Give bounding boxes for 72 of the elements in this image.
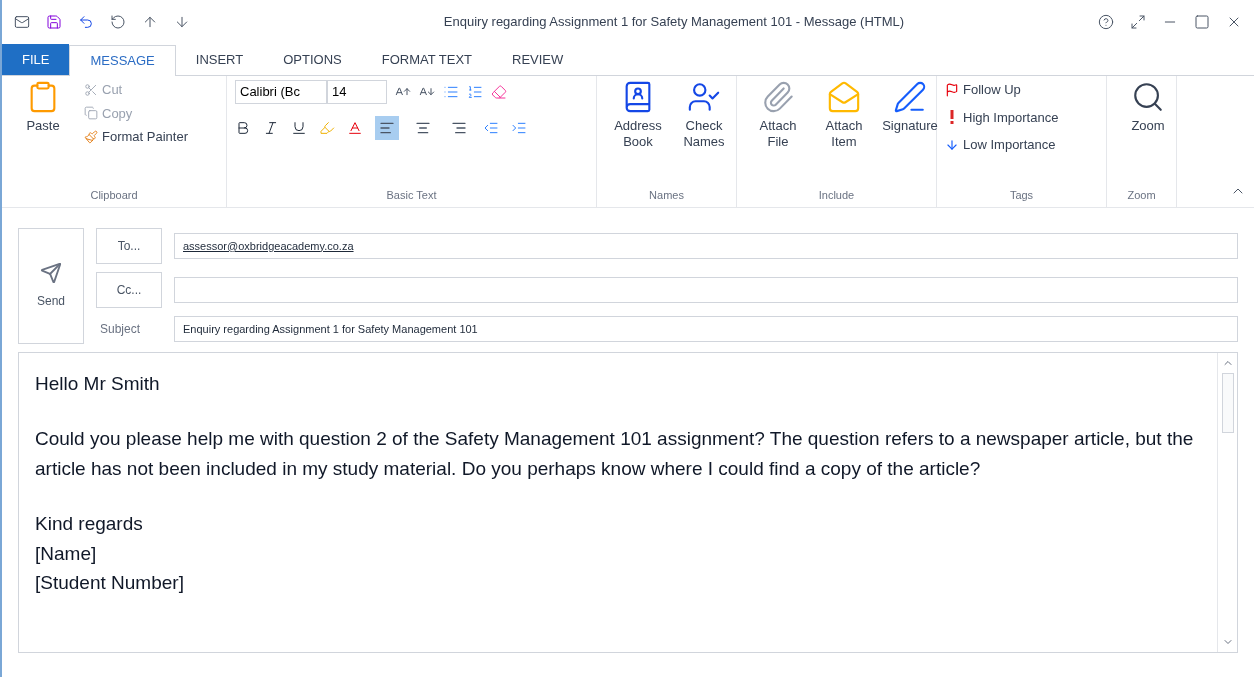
redo-icon[interactable] xyxy=(110,14,126,30)
group-label: Names xyxy=(649,187,684,203)
send-button[interactable]: Send xyxy=(18,228,84,344)
group-label: Tags xyxy=(1009,187,1034,203)
body-text: [Name] xyxy=(35,541,98,566)
body-text: Hello Mr Smith xyxy=(35,372,161,396)
cc-button[interactable]: Cc... xyxy=(96,272,162,308)
tag-button[interactable]: Follow Up xyxy=(945,80,1059,100)
group-label: Zoom xyxy=(1127,187,1156,203)
body-text: Kind regards xyxy=(35,512,144,537)
check-names-icon xyxy=(687,80,721,114)
signature-icon xyxy=(893,80,927,114)
indent-icon[interactable] xyxy=(511,120,527,136)
ribbon-tab[interactable]: FORMAT TEXT xyxy=(361,44,492,75)
attach-file-button[interactable]: Attach File xyxy=(745,80,811,151)
scissors-icon xyxy=(84,82,98,97)
undo-icon[interactable] xyxy=(78,14,94,30)
ribbon-tab[interactable]: MESSAGE xyxy=(69,45,176,76)
group-label: Basic Text xyxy=(386,187,437,203)
subject-field[interactable]: Enquiry regarding Assignment 1 for Safety Management 101 xyxy=(174,316,1238,342)
ribbon-tab[interactable]: INSERT xyxy=(175,44,264,75)
scrollbar[interactable] xyxy=(1217,353,1237,652)
paste-button[interactable]: Paste xyxy=(10,80,76,135)
window-title: Enquiry regarding Assignment 1 for Safety Management 101 - Message (HTML) xyxy=(442,13,906,32)
flag-icon xyxy=(945,82,959,97)
subject-label: Subject xyxy=(99,321,142,338)
paperclip-icon xyxy=(761,80,795,114)
font-name-field[interactable]: Calibri (Bc xyxy=(235,80,327,104)
maximize-icon[interactable] xyxy=(1194,14,1210,30)
signature-button[interactable]: Signature xyxy=(877,80,943,135)
to-button[interactable]: To... xyxy=(96,228,162,264)
bullets-icon[interactable] xyxy=(443,84,459,100)
copy-icon xyxy=(84,106,98,121)
save-icon[interactable] xyxy=(46,14,62,30)
align-icon xyxy=(451,120,467,136)
outdent-icon[interactable] xyxy=(483,120,499,136)
zoom-icon xyxy=(1131,80,1165,114)
numbering-icon[interactable] xyxy=(467,84,483,100)
scrollbar-thumb[interactable] xyxy=(1221,372,1234,433)
to-field[interactable]: assessor@oxbridgeacademy.co.za xyxy=(174,233,1238,259)
align-button[interactable] xyxy=(375,116,399,140)
underline-icon[interactable] xyxy=(291,120,307,136)
align-icon xyxy=(379,120,395,136)
tag-button[interactable]: High Importance xyxy=(945,107,1059,127)
group-label: Include xyxy=(818,187,855,203)
ribbon-tab[interactable]: OPTIONS xyxy=(263,44,362,75)
clear-formatting-icon[interactable] xyxy=(491,84,507,100)
font-size-field[interactable]: 14 xyxy=(327,80,387,104)
body-text: [Student Number] xyxy=(35,571,185,596)
address-book-button[interactable]: Address Book xyxy=(605,80,671,151)
group-label: Clipboard xyxy=(90,187,138,203)
bold-icon[interactable] xyxy=(235,120,251,136)
envelope-icon xyxy=(827,80,861,114)
italic-icon[interactable] xyxy=(263,120,279,136)
clipboard-item[interactable]: Format Painter xyxy=(84,127,188,147)
help-icon[interactable] xyxy=(1098,14,1114,30)
down-arrow-icon[interactable] xyxy=(174,14,190,30)
check-names-button[interactable]: Check Names xyxy=(671,80,737,151)
cc-field[interactable] xyxy=(174,277,1238,303)
attach-item-button[interactable]: Attach Item xyxy=(811,80,877,151)
message-body[interactable] xyxy=(18,352,1238,653)
ribbon-tab[interactable]: REVIEW xyxy=(492,44,584,75)
brush-icon xyxy=(84,129,98,144)
message-icon[interactable] xyxy=(14,14,30,30)
tag-button[interactable]: Low Importance xyxy=(945,135,1059,155)
send-icon xyxy=(40,262,62,284)
align-icon xyxy=(415,120,431,136)
body-text: Could you please help me with question 2 of the Safety Management 101 assignment? The question refers to a newspaper article, but the article has not been included in my study material. Do you perhaps know where I could find a copy of the article? xyxy=(35,427,1195,481)
zoom-button[interactable]: Zoom xyxy=(1115,80,1181,135)
up-arrow-icon[interactable] xyxy=(142,14,158,30)
ribbon-tab[interactable]: FILE xyxy=(2,44,70,75)
font-color-icon[interactable] xyxy=(347,120,363,136)
